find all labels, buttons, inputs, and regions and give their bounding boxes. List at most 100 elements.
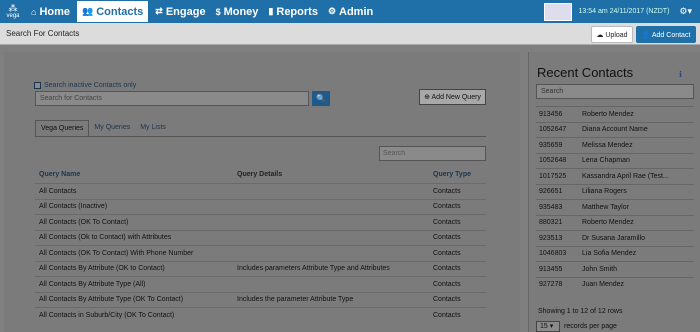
list-item[interactable]: 1052648 Lena Chapman [536,152,694,169]
avatar[interactable] [544,2,573,21]
search-button[interactable]: 🔍 [312,91,330,106]
contact-id: 927278 [539,281,563,289]
contact-id: 913456 [539,110,563,118]
clock: 13:54 am 24/11/2017 (NZDT) [578,8,670,15]
query-table: Query Name Query Details Query Type All … [35,171,486,323]
top-right: 13:54 am 24/11/2017 (NZDT) ⚙▾ [544,0,700,23]
query-type-cell: Contacts [433,265,461,273]
nav-admin[interactable]: ⚙ Admin [323,0,378,23]
query-name-cell: All Contacts By Attribute Type (All) [39,280,146,288]
list-item[interactable]: 1052647 Diana Account Name [536,121,694,138]
contact-name: Lena Chapman [582,157,630,165]
cogs-icon: ⚙ [327,6,337,16]
per-page-label: records per page [564,323,617,330]
query-name-cell: All Contacts (OK To Contact) [39,218,129,226]
list-item[interactable]: 1046803 Lia Sofia Mendez [536,245,694,262]
upload-button[interactable]: ☁ Upload [591,26,633,43]
contact-name: Lia Sofia Mendez [582,250,637,258]
add-contact-button[interactable]: 👤 Add Contact [636,26,696,43]
logo-text: vega [6,13,20,19]
query-name-cell: All Contacts By Attribute (OK to Contact… [39,265,165,273]
query-search-input[interactable]: Search [379,146,486,161]
table-row[interactable]: All Contacts (OK To Contact) With Phone … [35,245,486,261]
table-row[interactable]: All Contacts (OK To Contact) Contacts [35,214,486,230]
sub-header: Search For Contacts ☁ Upload 👤 Add Conta… [0,23,700,45]
query-type-cell: Contacts [433,187,461,195]
contact-name: Liliana Rogers [582,188,627,196]
list-item[interactable]: 926651 Liliana Rogers [536,183,694,200]
pagination-info: Showing 1 to 12 of 12 rows [538,308,623,315]
page-size-select[interactable]: 15 ▾ [536,321,560,332]
query-name-cell: All Contacts in Suburb/City (OK To Conta… [39,311,175,319]
query-type-cell: Contacts [433,296,461,304]
tab-vega-queries[interactable]: Vega Queries [35,120,90,136]
contact-id: 1046803 [539,250,567,258]
inactive-checkbox-row[interactable]: Search inactive Contacts only [34,82,136,89]
bar-chart-icon: ▮ [268,6,274,16]
list-item[interactable]: 935659 Melissa Mendez [536,137,694,153]
query-name-cell: All Contacts By Attribute Type (OK To Co… [39,296,184,304]
list-item[interactable]: 913455 John Smith [536,261,694,277]
query-details-cell: Includes parameters Attribute Type and A… [237,265,390,273]
table-row[interactable]: All Contacts in Suburb/City (OK To Conta… [35,307,486,323]
table-row[interactable]: All Contacts (Inactive) Contacts [35,198,486,215]
contact-name: Roberto Mendez [582,219,634,227]
info-icon[interactable]: ℹ [679,70,682,79]
query-tabs: Vega Queries My Queries My Lists [35,120,171,136]
query-details-cell: Includes the parameter Attribute Type [237,296,354,304]
contact-name: Juan Mendez [582,281,625,289]
list-item[interactable]: 923513 Dr Susana Jaramillo [536,230,694,246]
table-row[interactable]: All Contacts By Attribute Type (All) Cont… [35,276,486,292]
tab-my-lists[interactable]: My Lists [135,120,171,136]
table-row[interactable]: All Contacts By Attribute Type (OK To Co… [35,291,486,308]
top-navbar: ⁂ vega ⌂ Home 👥 Contacts ⇄ Engage $ Money ▮ R… [0,0,700,23]
table-row[interactable]: All Contacts (Ok to Contact) with Attrib… [35,229,486,246]
nav-engage[interactable]: ⇄ Engage [150,0,210,23]
tab-my-queries[interactable]: My Queries [89,120,135,136]
col-query-name[interactable]: Query Name [35,171,237,183]
list-item[interactable]: 935483 Matthew Taylor [536,199,694,215]
list-item[interactable]: 927278 Juan Mendez [536,276,694,293]
nav-money[interactable]: $ Money [211,0,264,23]
contact-name: Roberto Mendez [582,110,634,118]
contact-name: Diana Account Name [582,126,648,134]
home-icon: ⌂ [31,6,37,17]
query-name-cell: All Contacts [39,187,77,195]
nav-home[interactable]: ⌂ Home [26,0,75,23]
query-type-cell: Contacts [433,311,461,319]
contact-name: Matthew Taylor [582,203,629,211]
inactive-label: Search inactive Contacts only [44,82,137,89]
list-item[interactable]: 880321 Roberto Mendez [536,214,694,231]
nav-contacts[interactable]: 👥 Contacts [77,1,149,22]
contact-id: 880321 [539,219,563,227]
add-new-query-button[interactable]: ⊕ Add New Query [419,89,486,105]
page-title: Search For Contacts [6,29,80,38]
contact-id: 1017525 [539,172,567,180]
contact-search-input[interactable]: Search for Contacts [35,91,309,106]
contact-id: 926651 [539,188,563,196]
col-query-type[interactable]: Query Type [433,171,486,183]
contact-id: 913455 [539,265,563,273]
query-type-cell: Contacts [433,280,461,288]
table-row[interactable]: All Contacts Contacts [35,183,486,199]
page-size-control: 15 ▾ records per page [536,321,617,332]
query-name-cell: All Contacts (Ok to Contact) with Attrib… [39,234,172,242]
logo-icon: ⁂ [8,3,18,13]
tab-divider [35,136,486,137]
nav-reports[interactable]: ▮ Reports [263,0,323,23]
table-row[interactable]: All Contacts By Attribute (OK to Contact… [35,260,486,277]
query-name-cell: All Contacts (Inactive) [39,203,108,211]
settings-gear-icon[interactable]: ⚙▾ [679,6,692,17]
search-icon: 🔍 [316,94,326,103]
recent-search-input[interactable]: Search [536,84,694,99]
contact-id: 935659 [539,141,563,149]
inactive-checkbox[interactable] [34,82,41,89]
list-item[interactable]: 913456 Roberto Mendez [536,106,694,122]
contact-id: 935483 [539,203,563,211]
contact-name: Kassandra April Rae (Test... [582,172,669,180]
list-item[interactable]: 1017525 Kassandra April Rae (Test... [536,168,694,184]
vega-logo[interactable]: ⁂ vega [0,0,26,23]
contact-name: Melissa Mendez [582,141,633,149]
query-type-cell: Contacts [433,234,461,242]
query-type-cell: Contacts [433,203,461,211]
